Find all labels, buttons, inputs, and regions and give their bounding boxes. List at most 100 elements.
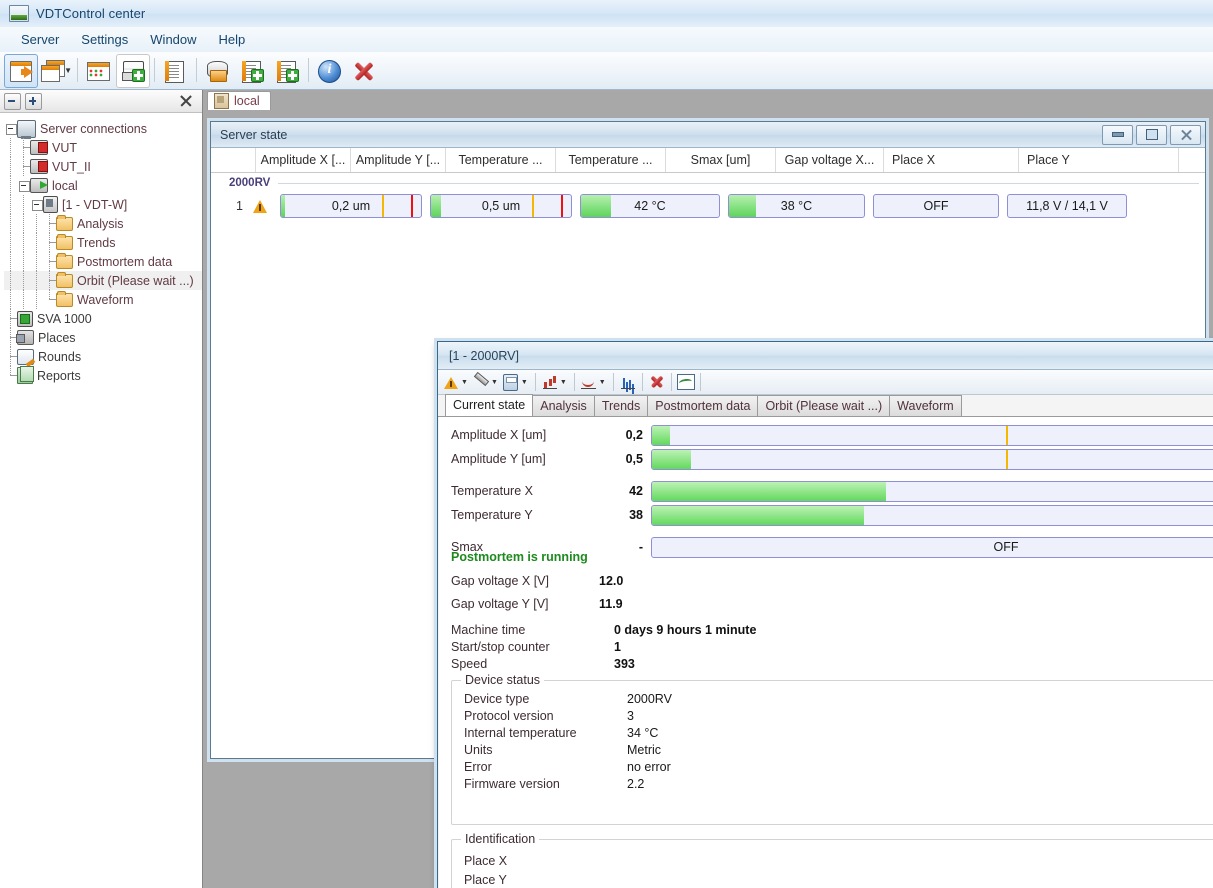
add-report-icon[interactable] (270, 54, 304, 88)
tree-item-server-connections[interactable]: Server connections (4, 119, 202, 139)
window-stack-icon[interactable]: ▼ (39, 54, 73, 88)
gap-voltage-value: 11,8 V / 14,1 V (1026, 199, 1108, 213)
tree-item-analysis[interactable]: Analysis (4, 214, 202, 233)
temperature-y-cell[interactable]: 38 °C (728, 194, 865, 218)
database-archive-icon[interactable] (200, 54, 234, 88)
curve-chart-icon[interactable] (579, 372, 599, 392)
expander-minus-icon[interactable] (30, 195, 43, 214)
server-state-close-button[interactable] (1170, 124, 1201, 145)
tree-item-rounds[interactable]: Rounds (4, 347, 202, 366)
amplitude-y-value: 0,5 (481, 199, 500, 213)
dock-expand-all-button[interactable] (25, 92, 42, 110)
tree-item-reports[interactable]: Reports (4, 366, 202, 385)
tree-item-vut[interactable]: VUT (4, 138, 202, 157)
amplitude-x-unit: um (352, 199, 371, 213)
column-header-index[interactable] (211, 148, 256, 172)
pen-tool-icon[interactable] (471, 372, 491, 392)
tab-analysis[interactable]: Analysis (532, 395, 595, 416)
chevron-down-icon[interactable]: ▼ (461, 379, 468, 386)
device-panel-icon[interactable] (158, 54, 192, 88)
amplitude-x-cell[interactable]: 0,2 um (280, 194, 422, 218)
chevron-down-icon[interactable]: ▼ (560, 379, 567, 386)
tree-item-vdt-w[interactable]: [1 - VDT-W] (4, 195, 202, 214)
expander-minus-icon[interactable] (17, 176, 30, 195)
toolbar-separator (699, 373, 701, 391)
table-grid-icon[interactable] (81, 54, 115, 88)
toolbar-separator (641, 373, 643, 391)
tab-current-state[interactable]: Current state (445, 394, 534, 416)
spectrum-chart-icon[interactable] (618, 372, 638, 392)
expander-minus-icon[interactable] (4, 119, 17, 138)
tree-item-places[interactable]: Places (4, 328, 202, 347)
column-header-amplitude-x[interactable]: Amplitude X [... (256, 148, 351, 172)
column-header-amplitude-y[interactable]: Amplitude Y [... (351, 148, 446, 172)
tree-item-sva-1000[interactable]: SVA 1000 (4, 309, 202, 328)
amplitude-y-cell[interactable]: 0,5 um (430, 194, 572, 218)
dock-close-icon[interactable] (179, 95, 192, 108)
tree-item-local[interactable]: local (4, 176, 202, 195)
alarm-icon[interactable] (441, 372, 461, 392)
reports-icon (17, 366, 34, 384)
add-server-icon[interactable] (116, 53, 150, 88)
tree-guide (17, 138, 30, 157)
tree-item-postmortem-data[interactable]: Postmortem data (4, 252, 202, 271)
menu-server[interactable]: Server (10, 29, 70, 50)
folder-icon (56, 271, 73, 288)
tree-guide (43, 214, 56, 233)
tab-postmortem-data[interactable]: Postmortem data (647, 395, 759, 416)
calculator-icon[interactable] (501, 372, 521, 392)
close-red-x-icon[interactable] (647, 372, 667, 392)
add-round-icon[interactable] (235, 54, 269, 88)
smax-cell[interactable]: OFF (873, 194, 999, 218)
tree-guide (43, 252, 56, 271)
tree-guide (4, 214, 17, 233)
menu-help[interactable]: Help (208, 29, 257, 50)
tree-item-waveform[interactable]: Waveform (4, 290, 202, 309)
identification-list: Place X Place Y Name Description (452, 850, 627, 888)
dock-collapse-all-button[interactable] (4, 92, 21, 110)
column-header-place-x[interactable]: Place X (884, 148, 1019, 172)
sva-icon (17, 310, 33, 327)
tree-guide (43, 271, 56, 290)
document-tab-label: local (234, 94, 260, 108)
measurement-value: 38 (629, 508, 643, 522)
open-connection-icon[interactable] (4, 53, 38, 88)
tree-item-orbit[interactable]: Orbit (Please wait ...) (4, 271, 202, 290)
waveform-icon[interactable] (676, 372, 696, 392)
amplitude-x-value: 0,2 (331, 199, 350, 213)
document-tab-local[interactable]: local (207, 91, 271, 110)
gap-voltage-y-value: 11.9 (599, 596, 623, 611)
chevron-down-icon[interactable]: ▼ (521, 379, 528, 386)
measurement-bar-temperature-x (651, 480, 1213, 502)
column-header-temperature-x[interactable]: Temperature ... (446, 148, 556, 172)
close-red-x-icon[interactable] (347, 54, 381, 88)
tree-label: [1 - VDT-W] (62, 197, 128, 212)
server-state-minimize-button[interactable] (1102, 124, 1133, 145)
chevron-down-icon[interactable]: ▼ (64, 66, 72, 75)
menu-settings[interactable]: Settings (70, 29, 139, 50)
column-header-smax[interactable]: Smax [um] (666, 148, 776, 172)
menu-window[interactable]: Window (139, 29, 207, 50)
chevron-down-icon[interactable]: ▼ (599, 379, 606, 386)
column-header-gap-voltage-x[interactable]: Gap voltage X... (776, 148, 884, 172)
bar-chart-icon[interactable] (540, 372, 560, 392)
tree-item-vut-ii[interactable]: VUT_II (4, 157, 202, 176)
temperature-x-cell[interactable]: 42 °C (580, 194, 720, 218)
gap-voltage-cell[interactable]: 11,8 V / 14,1 V (1007, 194, 1127, 218)
server-state-maximize-button[interactable] (1136, 124, 1167, 145)
device-window-titlebar: [1 - 2000RV] (438, 342, 1213, 370)
start-stop-counter-value: 1 (614, 639, 621, 654)
column-header-temperature-y[interactable]: Temperature ... (556, 148, 666, 172)
measurement-label: Temperature Y (451, 508, 533, 522)
tab-trends[interactable]: Trends (593, 395, 649, 416)
tree-guide (43, 233, 56, 252)
tab-waveform[interactable]: Waveform (889, 395, 962, 416)
chevron-down-icon[interactable]: ▼ (491, 379, 498, 386)
tab-orbit[interactable]: Orbit (Please wait ...) (757, 395, 891, 416)
server-icon (17, 119, 36, 139)
measurement-bar-amplitude-y (651, 448, 1213, 470)
tree-item-trends[interactable]: Trends (4, 233, 202, 252)
column-header-place-y[interactable]: Place Y (1019, 148, 1179, 172)
info-icon[interactable] (312, 54, 346, 88)
server-state-row[interactable]: 1 0,2 um 0,5 um 42 °C 38 °C OFF 11,8 V /… (211, 193, 1205, 219)
